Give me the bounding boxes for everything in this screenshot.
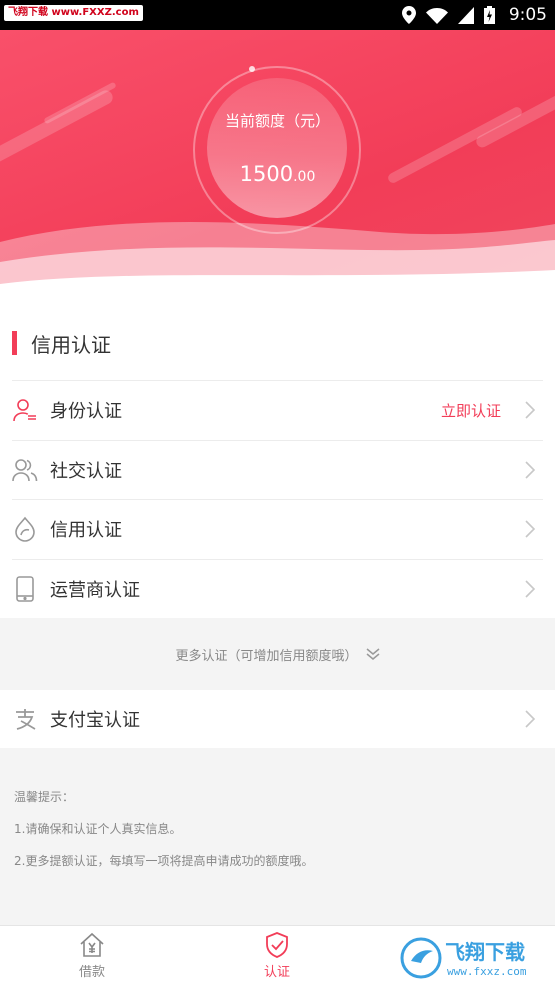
quota-integer: 1500: [239, 162, 294, 186]
users-icon: [12, 457, 38, 483]
quota-hero: 当前额度（元） 1500.00: [0, 30, 555, 302]
tips-section: 温馨提示： 1.请确保和认证个人真实信息。 2.更多提额认证，每填写一项将提高申…: [14, 788, 544, 884]
section-title: 信用认证: [31, 332, 111, 357]
credit-icon: [12, 516, 38, 542]
more-auth-label: 更多认证（可增加信用额度哦）: [175, 648, 358, 664]
tip-line: 1.请确保和认证个人真实信息。: [14, 822, 182, 836]
clock: 9:05: [508, 5, 547, 25]
chevron-right-icon: [525, 461, 536, 479]
location-icon: [402, 6, 416, 24]
auth-row-social[interactable]: 社交认证: [12, 440, 543, 499]
auth-row-label: 社交认证: [50, 461, 122, 482]
logo-url: www.fxxz.com: [447, 965, 527, 978]
tips-title: 温馨提示：: [14, 790, 75, 804]
shield-check-icon: [266, 932, 288, 958]
auth-row-label: 运营商认证: [50, 580, 140, 601]
battery-icon: [484, 6, 495, 24]
quota-disc: [207, 78, 347, 218]
auth-row-label: 身份认证: [50, 401, 122, 422]
phone-icon: [12, 576, 38, 602]
watermark-badge: 飞翔下载 www.FXXZ.com: [4, 5, 143, 21]
status-icons: [402, 6, 495, 24]
auth-row-identity[interactable]: 身份认证 立即认证: [12, 380, 543, 439]
tab-auth[interactable]: 认证: [232, 932, 322, 980]
auth-row-label: 信用认证: [50, 520, 122, 541]
auth-row-label: 支付宝认证: [50, 710, 140, 731]
tab-loan[interactable]: 借款: [47, 932, 137, 980]
chevron-right-icon: [525, 580, 536, 598]
tab-label: 借款: [78, 965, 105, 980]
tab-label: 认证: [263, 965, 290, 980]
auth-row-credit[interactable]: 信用认证: [12, 499, 543, 558]
credit-auth-card: 信用认证 身份认证 立即认证 社交认证 信用认证 运营商认证: [0, 302, 555, 618]
more-auth-toggle[interactable]: 更多认证（可增加信用额度哦）: [0, 618, 555, 690]
chevron-right-icon: [525, 401, 536, 419]
chevron-right-icon: [525, 710, 536, 728]
section-accent-bar: [12, 331, 17, 355]
logo-text: 飞翔下载: [445, 940, 525, 964]
signal-icon: [458, 6, 474, 24]
chevron-right-icon: [525, 520, 536, 538]
alipay-section: 支付宝认证: [0, 690, 555, 748]
fxxz-logo: 飞翔下载 www.fxxz.com: [400, 937, 527, 979]
quota-ring-dot: [249, 66, 255, 72]
status-bar: 飞翔下载 www.FXXZ.com 9:05: [0, 0, 555, 30]
user-id-icon: [12, 397, 38, 423]
auth-row-carrier[interactable]: 运营商认证: [12, 559, 543, 618]
auth-row-alipay[interactable]: 支付宝认证: [12, 690, 543, 748]
quota-label: 当前额度（元）: [224, 112, 330, 130]
verify-now-link[interactable]: 立即认证: [441, 400, 501, 421]
decor-waves: [0, 222, 555, 302]
quota-value: 1500.00: [0, 162, 555, 186]
double-chevron-down-icon: [366, 648, 379, 660]
tip-line: 2.更多提额认证，每填写一项将提高申请成功的额度哦。: [14, 854, 314, 868]
quota-decimal: .00: [293, 169, 316, 185]
wifi-icon: [426, 7, 448, 24]
section-header: 信用认证: [12, 329, 111, 357]
alipay-icon: [12, 706, 38, 732]
home-yen-icon: [80, 932, 104, 957]
